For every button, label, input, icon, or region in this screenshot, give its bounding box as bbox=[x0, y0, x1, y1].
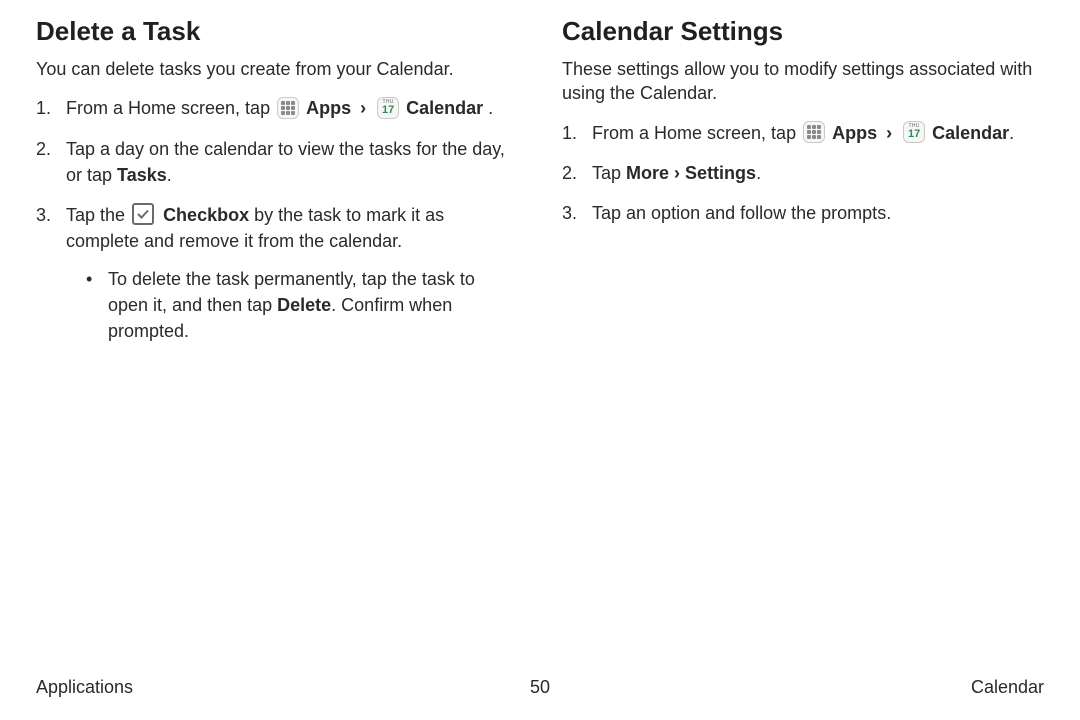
text: From a Home screen, tap bbox=[66, 98, 275, 118]
text: Tap bbox=[592, 163, 626, 183]
steps-delete-task: From a Home screen, tap Apps › THU17 Cal… bbox=[36, 95, 518, 344]
text: Tap the bbox=[66, 205, 130, 225]
checkbox-icon bbox=[132, 203, 154, 225]
delete-label: Delete bbox=[277, 295, 331, 315]
text: . bbox=[483, 98, 493, 118]
checkbox-label: Checkbox bbox=[163, 205, 249, 225]
apps-label: Apps bbox=[306, 98, 351, 118]
steps-calendar-settings: From a Home screen, tap Apps › THU17 Cal… bbox=[562, 120, 1044, 226]
intro-delete-task: You can delete tasks you create from you… bbox=[36, 57, 518, 81]
text: . bbox=[1009, 123, 1014, 143]
list-item: To delete the task permanently, tap the … bbox=[86, 266, 518, 344]
list-item: Tap the Checkbox by the task to mark it … bbox=[36, 202, 518, 345]
apps-icon bbox=[277, 97, 299, 119]
calendar-icon-num: 17 bbox=[908, 129, 920, 140]
apps-label: Apps bbox=[832, 123, 877, 143]
apps-icon bbox=[803, 121, 825, 143]
list-item: Tap a day on the calendar to view the ta… bbox=[36, 136, 518, 188]
breadcrumb-separator: › bbox=[886, 123, 892, 143]
text: . bbox=[756, 163, 761, 183]
list-item: Tap an option and follow the prompts. bbox=[562, 200, 1044, 226]
calendar-icon: THU17 bbox=[377, 97, 399, 119]
page-footer: Applications 50 Calendar bbox=[36, 677, 1044, 698]
more-label: More bbox=[626, 163, 669, 183]
text: Tap an option and follow the prompts. bbox=[592, 203, 891, 223]
sub-list: To delete the task permanently, tap the … bbox=[66, 266, 518, 344]
breadcrumb-separator: › bbox=[360, 98, 366, 118]
col-calendar-settings: Calendar Settings These settings allow y… bbox=[562, 16, 1044, 358]
list-item: From a Home screen, tap Apps › THU17 Cal… bbox=[36, 95, 518, 121]
heading-calendar-settings: Calendar Settings bbox=[562, 16, 1044, 47]
calendar-icon: THU17 bbox=[903, 121, 925, 143]
calendar-icon-num: 17 bbox=[382, 105, 394, 116]
footer-page-number: 50 bbox=[530, 677, 550, 698]
text: . bbox=[167, 165, 172, 185]
list-item: From a Home screen, tap Apps › THU17 Cal… bbox=[562, 120, 1044, 146]
text: From a Home screen, tap bbox=[592, 123, 801, 143]
col-delete-task: Delete a Task You can delete tasks you c… bbox=[36, 16, 518, 358]
heading-delete-task: Delete a Task bbox=[36, 16, 518, 47]
breadcrumb-separator: › bbox=[669, 163, 685, 183]
footer-topic: Calendar bbox=[971, 677, 1044, 698]
calendar-label: Calendar bbox=[406, 98, 483, 118]
footer-section: Applications bbox=[36, 677, 133, 698]
intro-calendar-settings: These settings allow you to modify setti… bbox=[562, 57, 1044, 106]
settings-label: Settings bbox=[685, 163, 756, 183]
calendar-label: Calendar bbox=[932, 123, 1009, 143]
page-body: Delete a Task You can delete tasks you c… bbox=[36, 16, 1044, 358]
list-item: Tap More › Settings. bbox=[562, 160, 1044, 186]
tasks-label: Tasks bbox=[117, 165, 167, 185]
